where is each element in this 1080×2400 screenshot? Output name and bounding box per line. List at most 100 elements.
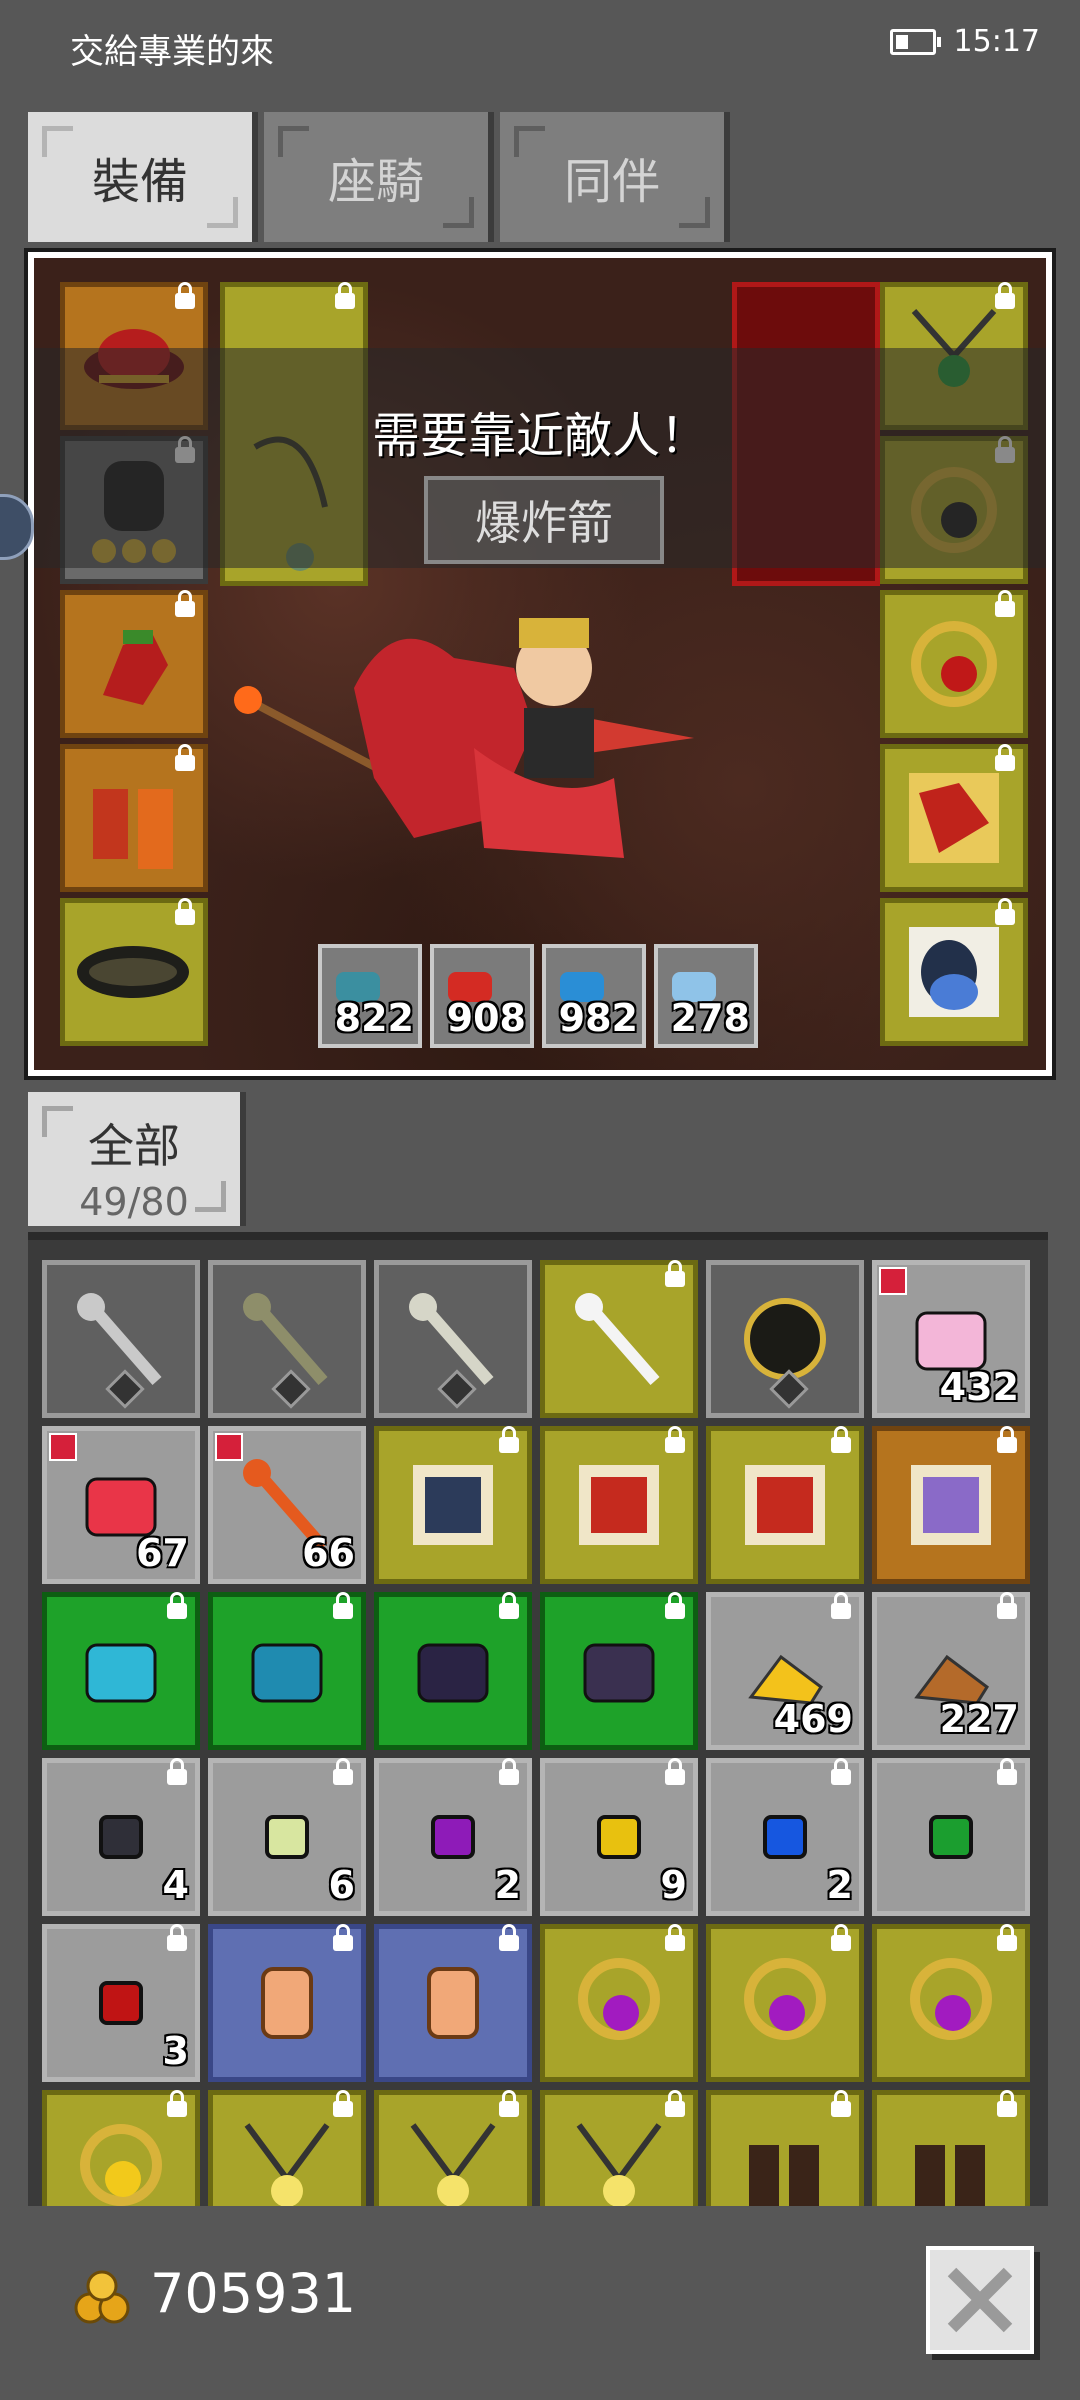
inventory-slot[interactable]: 6 (208, 1758, 366, 1916)
small-scroll-icon (427, 1967, 479, 2039)
card-slot-1[interactable] (880, 744, 1028, 892)
inventory-slot[interactable] (374, 1426, 532, 1584)
item-quantity: 3 (162, 2029, 189, 2073)
lock-icon (499, 1758, 519, 1785)
inventory-slot[interactable] (872, 1924, 1030, 2082)
item-quantity: 2 (494, 1863, 521, 1907)
dark-belt-icon (77, 946, 189, 998)
purple-ring-icon (910, 1958, 992, 2040)
inventory-slot[interactable] (706, 1426, 864, 1584)
inventory-slot[interactable] (374, 1260, 532, 1418)
inventory-slot[interactable]: 2 (374, 1758, 532, 1916)
inventory-slot[interactable] (208, 1592, 366, 1750)
stat-value: 908 (446, 996, 526, 1040)
inventory-slot[interactable]: 66 (208, 1426, 366, 1584)
inventory-slot[interactable] (42, 1260, 200, 1418)
category-tab-all[interactable]: 全部 49/80 (28, 1092, 246, 1226)
hero-character-art (234, 618, 694, 858)
blue-gem-icon (763, 1815, 807, 1859)
lock-icon (997, 1924, 1017, 1951)
inventory-slot[interactable] (540, 1426, 698, 1584)
inventory-slot[interactable] (374, 1592, 532, 1750)
inventory-slot[interactable] (706, 1260, 864, 1418)
inventory-slot[interactable] (540, 2090, 698, 2206)
lock-icon (997, 1592, 1017, 1619)
inventory-slot[interactable] (42, 1592, 200, 1750)
stat-value: 278 (670, 996, 750, 1040)
inventory-grid: 432 67 66 469 227 4 6 2 9 2 3 (42, 1260, 1030, 2206)
inventory-panel[interactable]: 432 67 66 469 227 4 6 2 9 2 3 (28, 1232, 1048, 2206)
lock-icon (333, 1592, 353, 1619)
necklace-icon (244, 2123, 330, 2206)
lock-icon (665, 1924, 685, 1951)
inventory-slot[interactable] (208, 1260, 366, 1418)
lock-icon (167, 2090, 187, 2117)
lock-icon (665, 1260, 685, 1287)
purple-gem-icon (431, 1815, 475, 1859)
lock-icon (665, 1758, 685, 1785)
status-bar: 交給專業的來 15:17 (0, 0, 1080, 90)
new-item-icon (49, 1433, 77, 1461)
dragon-card-icon (745, 1465, 825, 1545)
glove-icon (583, 1643, 655, 1703)
tab-companion[interactable]: 同伴 (500, 112, 730, 242)
item-quantity: 4 (162, 1863, 189, 1907)
inventory-slot[interactable] (42, 2090, 200, 2206)
lock-icon (997, 1426, 1017, 1453)
inventory-slot[interactable] (706, 2090, 864, 2206)
belt-icon (85, 1643, 157, 1703)
inventory-slot[interactable]: 9 (540, 1758, 698, 1916)
inventory-slot[interactable] (706, 1924, 864, 2082)
stat-attack: 822 (318, 944, 422, 1048)
inventory-slot[interactable]: 4 (42, 1758, 200, 1916)
inventory-slot[interactable]: 432 (872, 1260, 1030, 1418)
lock-icon (499, 1426, 519, 1453)
inventory-slot[interactable] (540, 1924, 698, 2082)
stat-value: 982 (558, 996, 638, 1040)
lock-icon (665, 1592, 685, 1619)
tab-mount[interactable]: 座騎 (264, 112, 494, 242)
bow-icon (575, 1293, 660, 1385)
glove-slot[interactable] (60, 590, 208, 738)
lock-icon (665, 1426, 685, 1453)
lock-icon (167, 1758, 187, 1785)
lock-icon (665, 2090, 685, 2117)
red-gem-icon (99, 1981, 143, 2025)
lock-icon (997, 2090, 1017, 2117)
tab-companion-label: 同伴 (563, 154, 660, 210)
inventory-slot[interactable] (374, 2090, 532, 2206)
item-quantity: 2 (826, 1863, 853, 1907)
inventory-slot[interactable]: 227 (872, 1592, 1030, 1750)
skill-button[interactable]: 爆炸箭 (424, 476, 664, 564)
card-slot-2[interactable] (880, 898, 1028, 1046)
close-icon (947, 2267, 1013, 2333)
battery-icon (889, 28, 941, 55)
inventory-slot[interactable] (540, 1260, 698, 1418)
boots-slot[interactable] (60, 744, 208, 892)
inventory-slot[interactable] (872, 1758, 1030, 1916)
inventory-slot[interactable] (208, 1924, 366, 2082)
inventory-slot[interactable] (872, 2090, 1030, 2206)
inventory-slot[interactable] (872, 1426, 1030, 1584)
item-quantity: 432 (939, 1365, 1019, 1409)
toast-message: 需要靠近敵人！ (371, 408, 708, 464)
close-button[interactable] (926, 2246, 1034, 2354)
green-gem-icon (929, 1815, 973, 1859)
stat-ice: 982 (542, 944, 646, 1048)
dragon-card-icon (909, 773, 999, 863)
inventory-slot[interactable] (374, 1924, 532, 2082)
tab-equipment[interactable]: 裝備 (28, 112, 258, 242)
lock-icon (333, 1758, 353, 1785)
lock-icon (333, 2090, 353, 2117)
lock-icon (831, 1592, 851, 1619)
inventory-slot[interactable]: 2 (706, 1758, 864, 1916)
inventory-slot[interactable] (540, 1592, 698, 1750)
inventory-slot[interactable]: 3 (42, 1924, 200, 2082)
inventory-slot[interactable]: 469 (706, 1592, 864, 1750)
lock-icon (499, 1592, 519, 1619)
ring-slot-2[interactable] (880, 590, 1028, 738)
belt-slot[interactable] (60, 898, 208, 1046)
inventory-slot[interactable]: 67 (42, 1426, 200, 1584)
inventory-slot[interactable] (208, 2090, 366, 2206)
new-item-icon (879, 1267, 907, 1295)
